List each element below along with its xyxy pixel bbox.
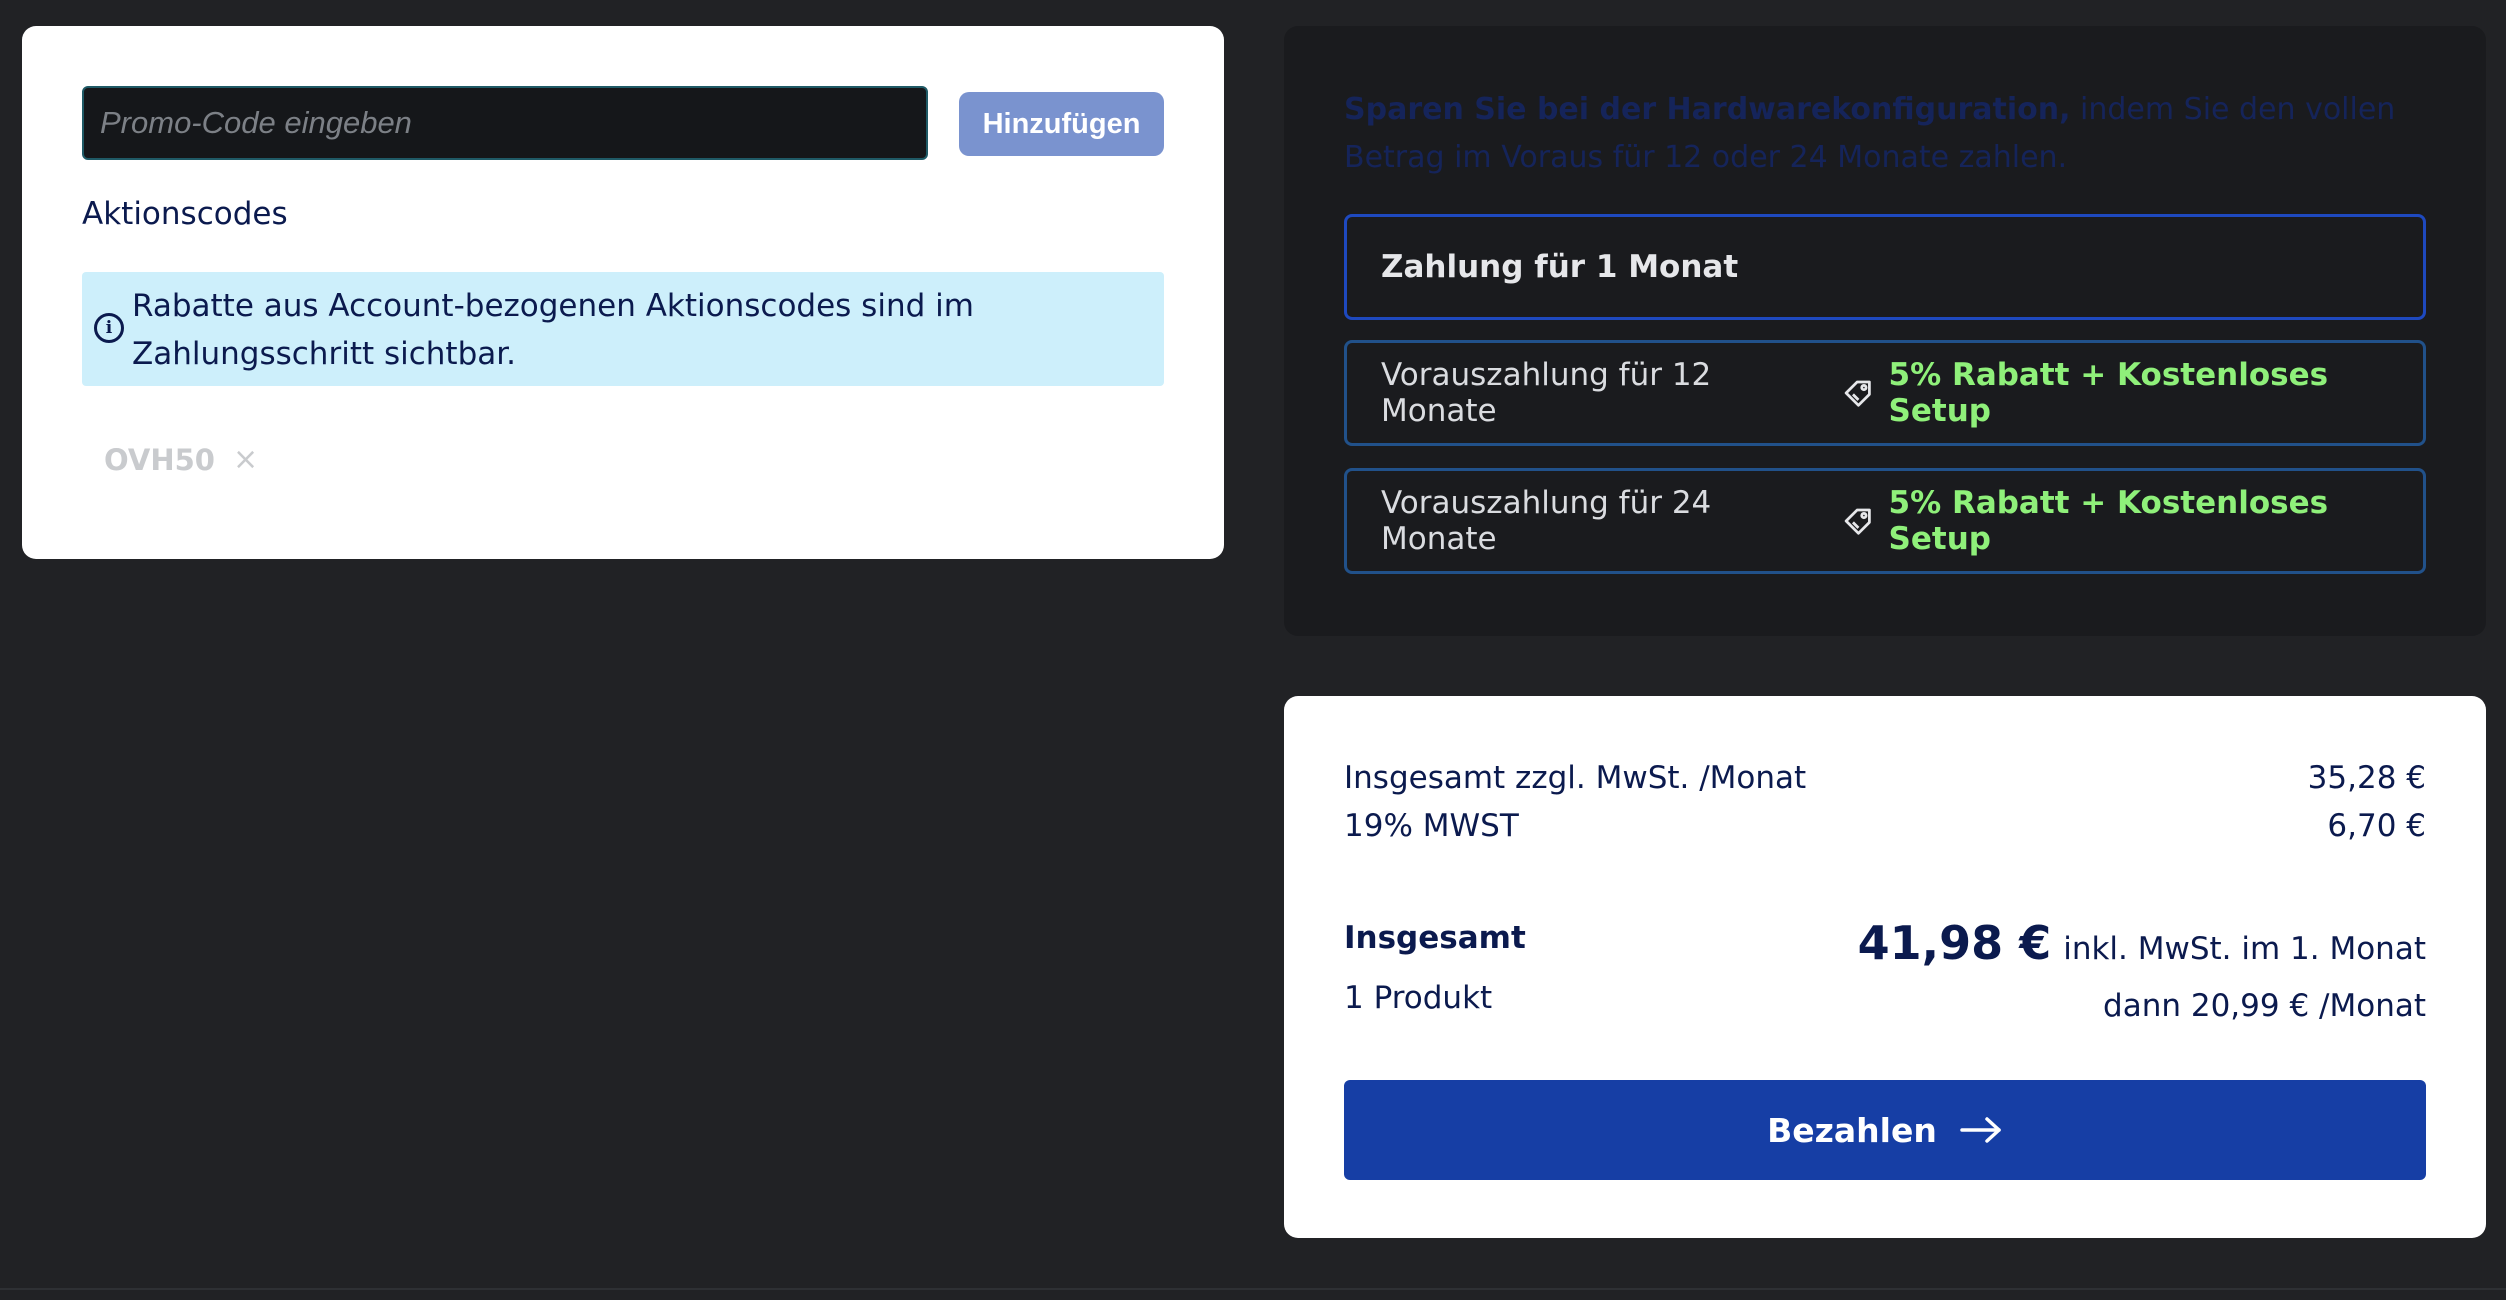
promo-card: Hinzufügen Aktionscodes i Rabatte aus Ac… (22, 26, 1224, 559)
total-suffix: inkl. MwSt. im 1. Monat (2063, 931, 2426, 967)
payment-option-12-months[interactable]: Vorauszahlung für 12 Monate 5% Rabatt + … (1344, 340, 2426, 446)
payment-option-label: Vorauszahlung für 24 Monate (1381, 485, 1712, 557)
bottom-divider (0, 1288, 2506, 1290)
pay-button[interactable]: Bezahlen (1344, 1080, 2426, 1180)
total-amount: 41,98 € (1857, 916, 2052, 970)
applied-promo-code: OVH50 × (104, 442, 258, 477)
recurring-price: dann 20,99 € /Monat (2103, 988, 2426, 1024)
info-icon: i (94, 313, 124, 343)
subtotal-value: 35,28 € (2307, 760, 2426, 796)
close-icon[interactable]: × (233, 442, 258, 477)
add-promo-button[interactable]: Hinzufügen (959, 92, 1164, 156)
vat-label: 19% MWST (1344, 808, 1519, 844)
payment-options-card: Sparen Sie bei der Hardwarekonfiguration… (1284, 26, 2486, 636)
payment-option-discount: 5% Rabatt + Kostenloses Setup (1888, 485, 2329, 557)
tag-icon (1844, 380, 1871, 407)
subtotal-row: Insgesamt zzgl. MwSt. /Monat 35,28 € (1344, 760, 2426, 796)
payment-option-discount: 5% Rabatt + Kostenloses Setup (1888, 357, 2329, 429)
vat-value: 6,70 € (2327, 808, 2426, 844)
pay-button-label: Bezahlen (1767, 1110, 1937, 1150)
payment-option-24-months[interactable]: Vorauszahlung für 24 Monate 5% Rabatt + … (1344, 468, 2426, 574)
vat-row: 19% MWST 6,70 € (1344, 808, 2426, 844)
total-label: Insgesamt (1344, 920, 1526, 956)
info-banner-text: Rabatte aus Account-bezogenen Aktionscod… (132, 288, 974, 372)
promo-code-input[interactable] (82, 86, 928, 160)
order-summary-card: Insgesamt zzgl. MwSt. /Monat 35,28 € 19%… (1284, 696, 2486, 1238)
arrow-right-icon (1960, 1117, 2001, 1143)
total-price: 41,98 € inkl. MwSt. im 1. Monat (1858, 916, 2426, 970)
promo-code-value: OVH50 (104, 442, 215, 477)
promo-codes-label: Aktionscodes (82, 196, 288, 232)
prepay-promo-strong: Sparen Sie bei der Hardwarekonfiguration… (1344, 92, 2071, 127)
payment-option-label: Zahlung für 1 Monat (1381, 249, 1739, 285)
prepay-promo-text: Sparen Sie bei der Hardwarekonfiguration… (1344, 86, 2426, 182)
info-banner: i Rabatte aus Account-bezogenen Aktionsc… (82, 272, 1164, 386)
payment-option-1-month[interactable]: Zahlung für 1 Monat (1344, 214, 2426, 320)
payment-option-label: Vorauszahlung für 12 Monate (1381, 357, 1712, 429)
tag-icon (1844, 508, 1871, 535)
subtotal-label: Insgesamt zzgl. MwSt. /Monat (1344, 760, 1807, 796)
product-count: 1 Produkt (1344, 980, 1493, 1016)
